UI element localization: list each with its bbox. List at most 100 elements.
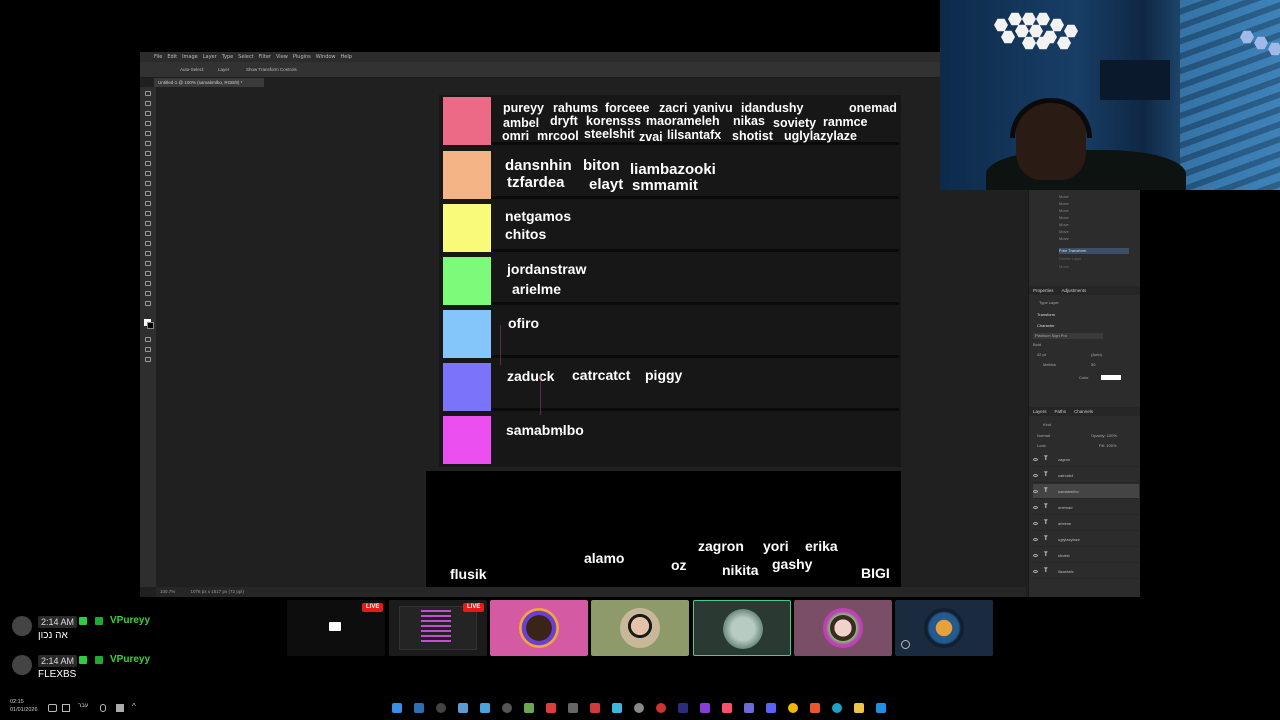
screen-mode-icon[interactable]	[145, 347, 151, 352]
tier-name[interactable]: idandushy	[741, 101, 804, 115]
layer-row[interactable]: Tuglylazylaze	[1033, 532, 1139, 547]
quick-select-tool-icon[interactable]	[145, 121, 151, 126]
tier-name[interactable]: biton	[583, 157, 620, 174]
visibility-eye-icon[interactable]	[1033, 537, 1038, 541]
eraser-tool-icon[interactable]	[145, 201, 151, 206]
dodge-tool-icon[interactable]	[145, 231, 151, 236]
history-item[interactable]: Move	[1059, 222, 1129, 228]
app-taskbar-icon[interactable]	[502, 703, 512, 713]
tier-name[interactable]: liambazooki	[630, 161, 716, 178]
kerning-field[interactable]: Metrics	[1043, 362, 1056, 367]
tier-name[interactable]: forceee	[605, 101, 649, 115]
layer-name[interactable]: uglylazylaze	[1058, 537, 1080, 542]
brave-taskbar-icon[interactable]	[810, 703, 820, 713]
show-transform-checkbox[interactable]: Show Transform Controls	[246, 67, 297, 72]
system-clock[interactable]: 02:15 01/01/2026	[10, 698, 38, 714]
unranked-name[interactable]: BIGI	[861, 565, 890, 581]
layer-name[interactable]: catrcatct	[1058, 473, 1073, 478]
app-taskbar-icon[interactable]	[546, 703, 556, 713]
visibility-eye-icon[interactable]	[1033, 569, 1038, 573]
tier-name[interactable]: arielme	[512, 281, 561, 297]
tracking-field[interactable]: 50	[1091, 362, 1095, 367]
layer-name[interactable]: zagron	[1058, 457, 1070, 462]
history-item[interactable]: Move	[1059, 264, 1129, 270]
path-select-tool-icon[interactable]	[145, 261, 151, 266]
app-taskbar-icon[interactable]	[656, 703, 666, 713]
menu-plugins[interactable]: Plugins	[293, 54, 311, 60]
tier-name[interactable]: yanivu	[693, 101, 733, 115]
crop-tool-icon[interactable]	[145, 131, 151, 136]
tier-name[interactable]: soviety	[773, 116, 816, 130]
unranked-name[interactable]: zagron	[698, 538, 744, 554]
tier-name[interactable]: zacri	[659, 101, 688, 115]
brush-tool-icon[interactable]	[145, 171, 151, 176]
unranked-name[interactable]: oz	[671, 557, 687, 573]
unranked-name[interactable]: flusik	[450, 566, 487, 582]
menu-image[interactable]: Image	[182, 54, 198, 60]
tier-name[interactable]: smmamit	[632, 177, 698, 194]
font-style-select[interactable]: Bold	[1033, 342, 1041, 347]
tier-name[interactable]: nikas	[733, 114, 765, 128]
app-taskbar-icon[interactable]	[480, 703, 490, 713]
tier-name[interactable]: mrcool	[537, 129, 579, 143]
layer-row[interactable]: Tshotist	[1033, 548, 1139, 563]
stream-thumbnail[interactable]	[490, 600, 588, 656]
font-family-select[interactable]: Platinum Sign Pro	[1033, 333, 1103, 339]
zoom-level[interactable]: 100.7%	[160, 589, 175, 594]
stream-thumbnail-active[interactable]	[693, 600, 791, 656]
shape-tool-icon[interactable]	[145, 271, 151, 276]
tab-channels[interactable]: Channels	[1074, 409, 1093, 414]
blur-tool-icon[interactable]	[145, 221, 151, 226]
history-brush-tool-icon[interactable]	[145, 191, 151, 196]
character-section[interactable]: Character	[1037, 323, 1055, 328]
tier-name[interactable]: netgamos	[505, 208, 571, 224]
type-tool-icon[interactable]	[145, 251, 151, 256]
app-taskbar-icon[interactable]	[568, 703, 578, 713]
stream-thumbnail[interactable]	[591, 600, 689, 656]
settings-icon[interactable]	[634, 703, 644, 713]
leading-field[interactable]: (Auto)	[1091, 352, 1102, 357]
eyedropper-tool-icon[interactable]	[145, 151, 151, 156]
tray-chevron-icon[interactable]: ^	[132, 702, 136, 711]
transform-section[interactable]: Transform	[1037, 312, 1055, 317]
tier-name[interactable]: dryft	[550, 114, 578, 128]
app-taskbar-icon[interactable]	[876, 703, 886, 713]
layer-name[interactable]: arielme	[1058, 521, 1071, 526]
stream-thumbnail[interactable]	[794, 600, 892, 656]
more-tools-icon[interactable]	[145, 301, 151, 306]
tier-name[interactable]: samabmlbo	[506, 422, 584, 438]
unranked-name[interactable]: alamo	[584, 550, 624, 566]
app-taskbar-icon[interactable]	[436, 703, 446, 713]
stamp-tool-icon[interactable]	[145, 181, 151, 186]
zoom-tool-icon[interactable]	[145, 291, 151, 296]
discord-taskbar-icon[interactable]	[766, 703, 776, 713]
history-item[interactable]: Move	[1059, 208, 1129, 214]
tier-name[interactable]: korensss	[586, 114, 641, 128]
chat-avatar[interactable]	[12, 655, 32, 675]
menu-edit[interactable]: Edit	[167, 54, 177, 60]
photoshop-taskbar-icon[interactable]	[392, 703, 402, 713]
visibility-eye-icon[interactable]	[1033, 553, 1038, 557]
frame-tool-icon[interactable]	[145, 141, 151, 146]
blend-mode-select[interactable]: Normal	[1037, 433, 1050, 438]
healing-tool-icon[interactable]	[145, 161, 151, 166]
menu-select[interactable]: Select	[238, 54, 253, 60]
visibility-eye-icon[interactable]	[1033, 505, 1038, 509]
app-taskbar-icon[interactable]	[612, 703, 622, 713]
app-taskbar-icon[interactable]	[700, 703, 710, 713]
document-canvas[interactable]: pureyy rahums forceee zacri yanivu idand…	[439, 95, 901, 467]
marquee-tool-icon[interactable]	[145, 101, 151, 106]
layer-name[interactable]: samabmlbo	[1058, 489, 1079, 494]
app-taskbar-icon[interactable]	[722, 703, 732, 713]
tab-properties[interactable]: Properties	[1033, 288, 1054, 293]
tier-name[interactable]: catrcatct	[572, 367, 630, 383]
layer-row[interactable]: Tarielme	[1033, 516, 1139, 531]
pen-tool-icon[interactable]	[145, 241, 151, 246]
unranked-name[interactable]: erika	[805, 538, 838, 554]
network-icon[interactable]	[116, 704, 124, 712]
tier-name[interactable]: elayt	[589, 176, 623, 193]
layer-row[interactable]: Tlilsantafx	[1033, 564, 1139, 579]
tier-name[interactable]: ofiro	[508, 315, 539, 331]
app-taskbar-icon[interactable]	[458, 703, 468, 713]
tier-name[interactable]: shotist	[732, 129, 773, 143]
